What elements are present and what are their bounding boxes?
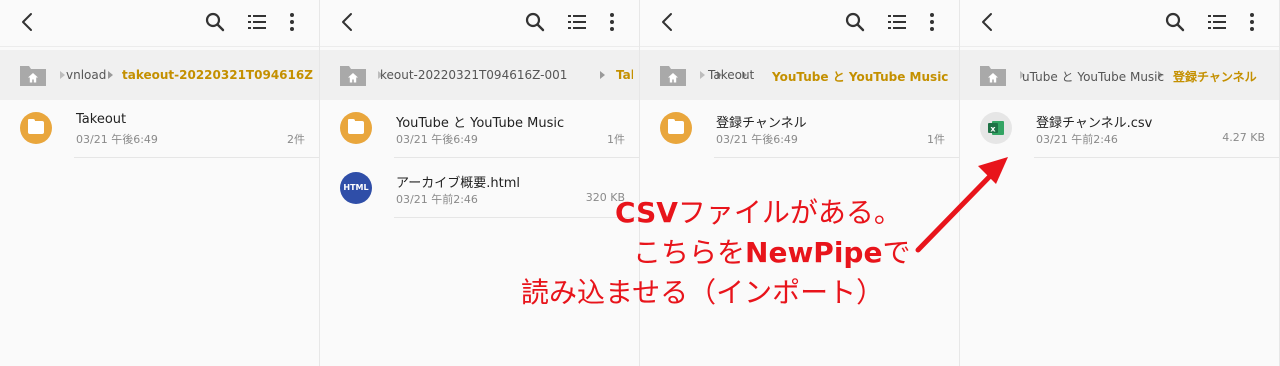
annotation-line-1: CSVファイルがある。 <box>615 196 902 229</box>
annotation-line-3: 読み込ませる（インポート） <box>521 276 885 309</box>
pointer-arrow-icon <box>915 157 1008 253</box>
annotation-line-2: こちらをNewPipeで <box>633 236 911 269</box>
